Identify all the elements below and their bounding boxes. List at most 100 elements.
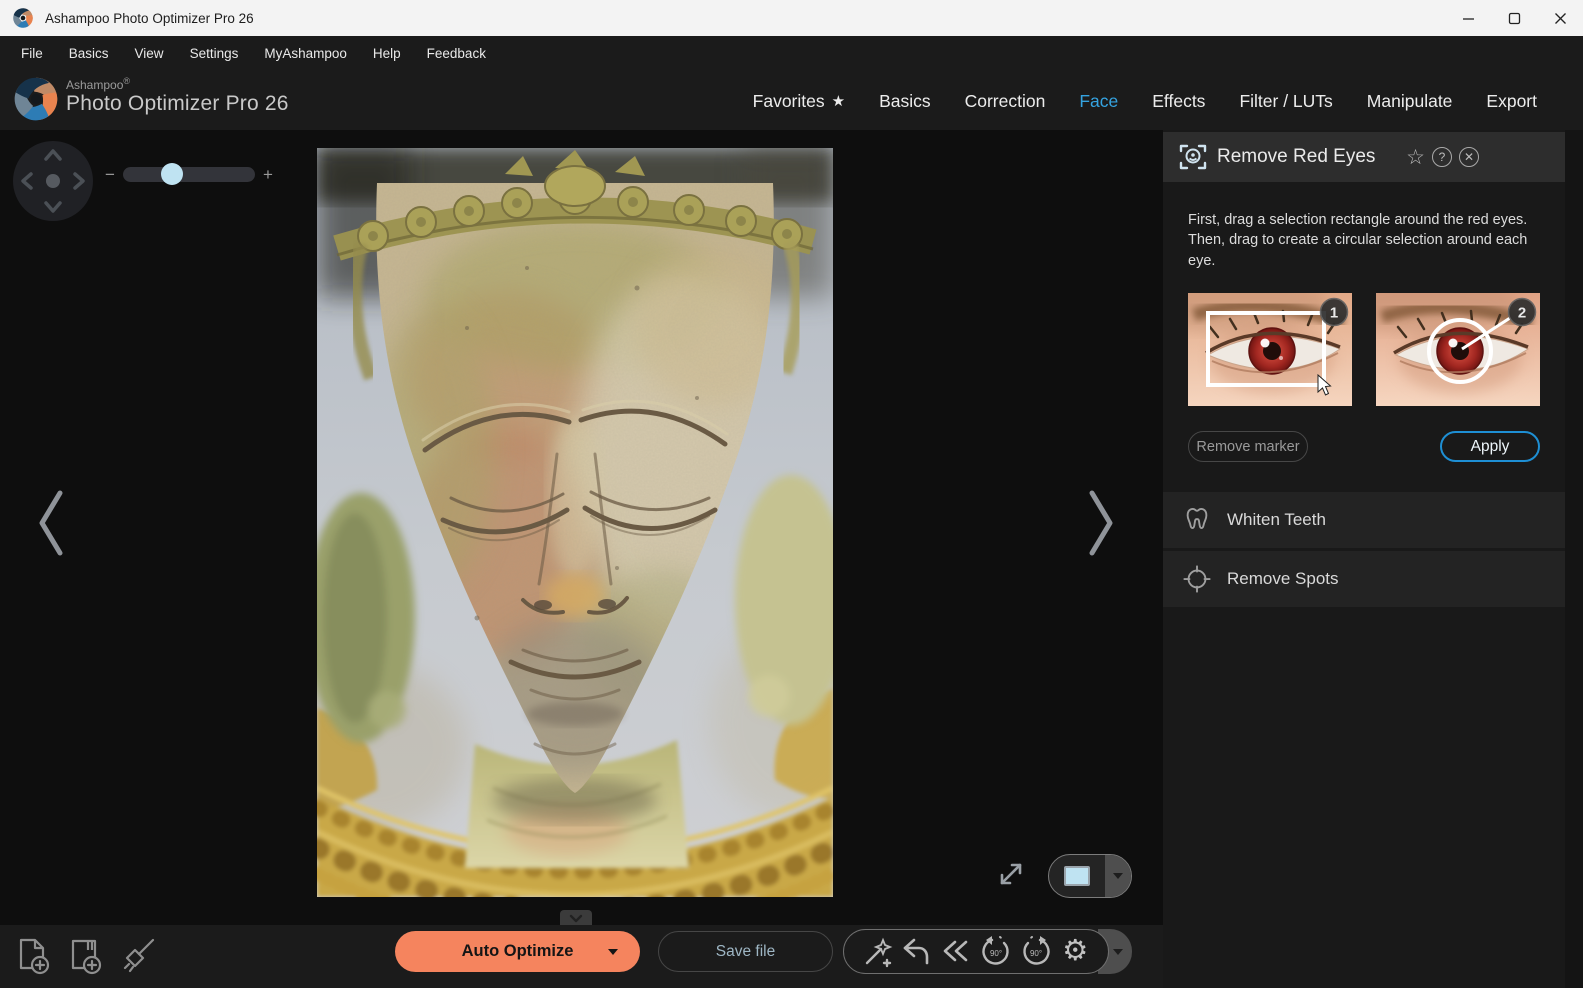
help-icon[interactable]: ?	[1432, 147, 1452, 167]
menu-item-myashampoo[interactable]: MyAshampoo	[251, 36, 360, 72]
menu-item-basics[interactable]: Basics	[56, 36, 122, 72]
step-badge: 1	[1330, 305, 1338, 322]
crosshair-icon	[1181, 564, 1213, 594]
close-panel-icon[interactable]: ✕	[1459, 147, 1479, 167]
auto-optimize-label: Auto Optimize	[462, 942, 574, 961]
undo-button[interactable]	[899, 935, 933, 969]
example-step-1: 1	[1188, 293, 1352, 406]
tool-label: Whiten Teeth	[1227, 510, 1326, 530]
magic-wand-button[interactable]	[860, 935, 894, 969]
red-eye-tool-icon	[1179, 143, 1207, 171]
add-folder-icon	[68, 936, 104, 976]
menu-item-help[interactable]: Help	[360, 36, 414, 72]
view-mode-dropdown[interactable]	[1105, 855, 1131, 897]
gear-icon: ⚙	[1062, 937, 1088, 966]
panel-instructions: First, drag a selection rectangle around…	[1188, 210, 1540, 271]
add-folder-button[interactable]	[64, 933, 108, 979]
panel-scroll-gutter[interactable]	[1565, 130, 1583, 988]
window-title: Ashampoo Photo Optimizer Pro 26	[45, 11, 254, 26]
tool-row-whiten-teeth[interactable]: Whiten Teeth	[1163, 492, 1565, 548]
fullscreen-expand-button[interactable]	[993, 856, 1029, 892]
tool-list: Whiten Teeth Remove Spots	[1163, 492, 1565, 607]
panel-title: Remove Red Eyes	[1217, 146, 1375, 168]
pan-arrows-icon	[13, 141, 93, 221]
zoom-slider-handle[interactable]	[161, 163, 183, 185]
example-thumbnails: 1	[1188, 293, 1540, 406]
nav-tab-filter-luts[interactable]: Filter / LUTs	[1239, 91, 1332, 112]
undo-all-button[interactable]	[939, 935, 973, 969]
save-file-label: Save file	[716, 943, 775, 961]
undo-icon	[900, 936, 932, 968]
nav-tab-face[interactable]: Face	[1079, 91, 1118, 112]
save-file-button[interactable]: Save file	[658, 931, 833, 972]
menu-item-view[interactable]: View	[122, 36, 177, 72]
app-window: Ashampoo Photo Optimizer Pro 26 File Bas…	[0, 0, 1583, 988]
chevron-left-icon	[32, 488, 72, 558]
undo-all-icon	[940, 936, 972, 968]
nav-tab-basics[interactable]: Basics	[879, 91, 931, 112]
close-icon	[1554, 12, 1567, 25]
star-icon: ★	[832, 92, 845, 110]
svg-text:90°: 90°	[1029, 949, 1041, 958]
maximize-button[interactable]	[1491, 0, 1537, 36]
menu-item-feedback[interactable]: Feedback	[414, 36, 499, 72]
nav-tab-favorites[interactable]: Favorites★	[753, 91, 845, 112]
magic-wand-icon	[861, 936, 893, 968]
clean-list-button[interactable]	[116, 933, 160, 979]
panel-actions: Remove marker Apply	[1188, 431, 1540, 462]
main-nav: Favorites★ Basics Correction Face Effect…	[753, 72, 1537, 130]
minimize-button[interactable]	[1445, 0, 1491, 36]
zoom-slider-row: − +	[104, 166, 274, 183]
settings-button[interactable]: ⚙	[1058, 935, 1092, 969]
auto-optimize-button[interactable]: Auto Optimize	[395, 931, 640, 972]
nav-tab-effects[interactable]: Effects	[1152, 91, 1205, 112]
single-view-icon	[1064, 866, 1090, 886]
rotate-right-button[interactable]: 90°	[1019, 935, 1053, 969]
rotate-left-button[interactable]: 90°	[979, 935, 1013, 969]
photo-canvas: − +	[0, 130, 1163, 988]
add-file-button[interactable]	[12, 933, 56, 979]
rotate-right-icon: 90°	[1019, 935, 1053, 969]
menu-bar: File Basics View Settings MyAshampoo Hel…	[0, 36, 1583, 72]
face-tools-panel: Remove Red Eyes ☆ ? ✕ First, drag a sele…	[1163, 130, 1583, 988]
nav-tab-manipulate[interactable]: Manipulate	[1367, 91, 1453, 112]
chevron-right-icon	[1080, 488, 1120, 558]
remove-red-eyes-header: Remove Red Eyes ☆ ? ✕	[1163, 132, 1565, 182]
brand-logo	[12, 75, 60, 123]
brand-product: Photo Optimizer Pro 26	[66, 92, 289, 116]
view-mode-current	[1049, 855, 1105, 897]
photo-image[interactable]	[317, 148, 833, 897]
svg-text:90°: 90°	[990, 949, 1002, 958]
menu-item-file[interactable]: File	[8, 36, 56, 72]
nav-tab-export[interactable]: Export	[1486, 91, 1537, 112]
view-mode-button[interactable]	[1048, 854, 1132, 898]
example-step-2: 2	[1376, 293, 1540, 406]
next-image-button[interactable]	[1080, 488, 1120, 558]
pan-control[interactable]	[13, 141, 93, 221]
expand-arrows-icon	[993, 856, 1029, 892]
minimize-icon	[1462, 12, 1475, 25]
maximize-icon	[1508, 12, 1521, 25]
quick-toolbar: 90° 90° ⚙	[843, 929, 1109, 974]
nav-tab-correction[interactable]: Correction	[965, 91, 1046, 112]
chevron-down-icon	[569, 914, 583, 923]
title-bar: Ashampoo Photo Optimizer Pro 26	[0, 0, 1583, 36]
zoom-out-icon[interactable]: −	[104, 166, 116, 183]
zoom-in-icon[interactable]: +	[262, 166, 274, 183]
app-logo-icon	[12, 7, 34, 29]
remove-marker-button[interactable]: Remove marker	[1188, 431, 1308, 462]
previous-image-button[interactable]	[32, 488, 72, 558]
tool-row-remove-spots[interactable]: Remove Spots	[1163, 551, 1565, 607]
broom-icon	[119, 936, 157, 976]
step-badge: 2	[1518, 305, 1526, 322]
add-file-icon	[16, 936, 52, 976]
favorite-star-icon[interactable]: ☆	[1406, 147, 1425, 168]
tooth-icon	[1181, 505, 1213, 535]
close-button[interactable]	[1537, 0, 1583, 36]
tool-label: Remove Spots	[1227, 569, 1339, 589]
auto-optimize-dropdown-icon[interactable]	[608, 949, 618, 955]
zoom-slider[interactable]	[123, 167, 255, 182]
rotate-left-icon: 90°	[979, 935, 1013, 969]
menu-item-settings[interactable]: Settings	[177, 36, 252, 72]
apply-button[interactable]: Apply	[1440, 431, 1540, 462]
